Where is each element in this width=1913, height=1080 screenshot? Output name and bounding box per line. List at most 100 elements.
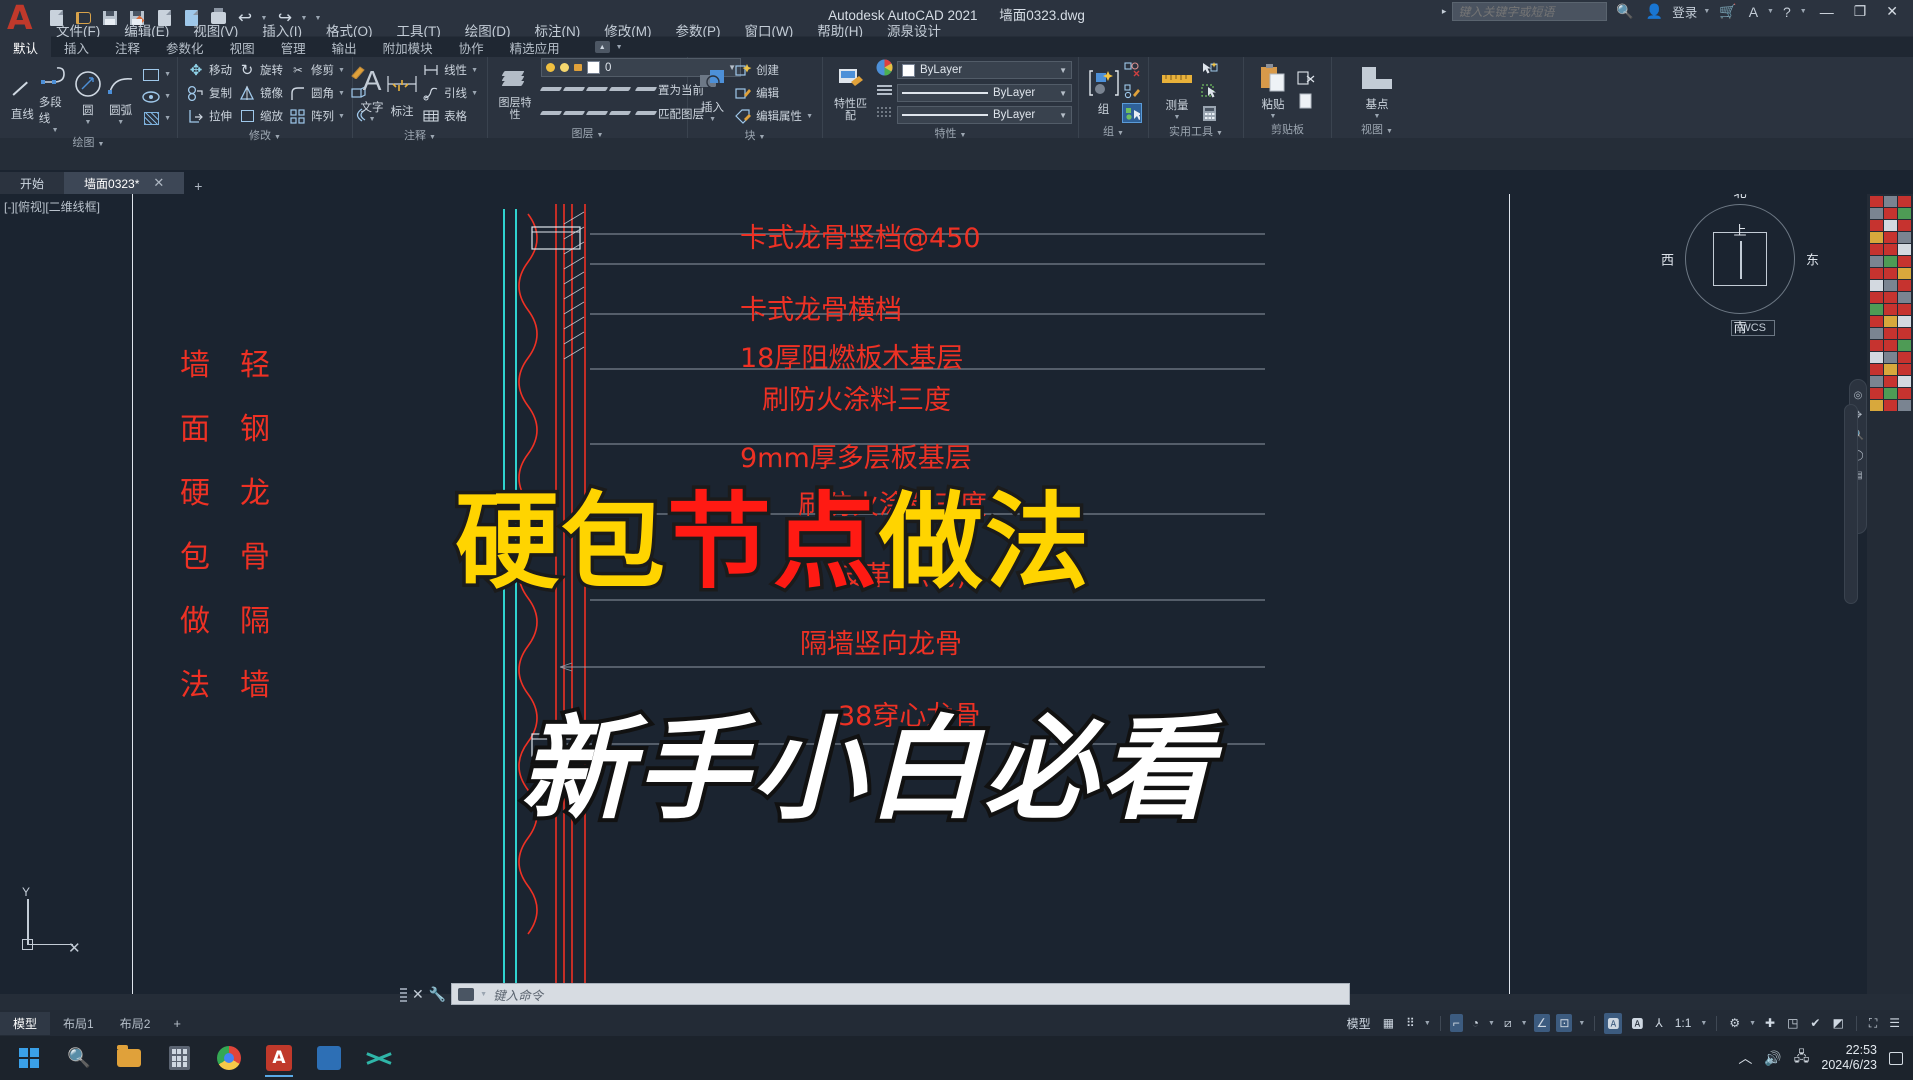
teal-app-icon[interactable]	[356, 1037, 402, 1079]
osnap-dropdown-icon[interactable]: ▼	[1578, 1020, 1585, 1027]
tab-addins[interactable]: 附加模块	[370, 36, 446, 59]
cart-icon[interactable]: 🛒	[1716, 3, 1739, 20]
sign-in-dropdown-icon[interactable]: ▼	[1703, 8, 1710, 15]
polar-dropdown-icon[interactable]: ▼	[1488, 1020, 1495, 1027]
tab-parametric[interactable]: 参数化	[153, 36, 217, 59]
isometric-dropdown-icon[interactable]: ▼	[1521, 1020, 1528, 1027]
layout-tab-layout2[interactable]: 布局2	[107, 1012, 164, 1035]
file-tab-drawing[interactable]: 墙面0323* ✕	[64, 172, 185, 194]
annotation-dimension-button[interactable]: 标注	[385, 68, 419, 119]
annotation-leader-button[interactable]: 引线 ▼	[419, 82, 481, 104]
command-prompt-icon[interactable]	[458, 987, 475, 1001]
workspace-switching-icon[interactable]: ⚙	[1726, 1014, 1743, 1032]
measure-dropdown-icon[interactable]: ▼	[1174, 114, 1181, 121]
layer-thaw-icon[interactable]	[585, 104, 609, 124]
new-tab-button[interactable]: +	[184, 178, 212, 194]
insert-block-dropdown-icon[interactable]: ▼	[709, 116, 716, 123]
polar-tracking-icon[interactable]: ◔	[1469, 1014, 1482, 1032]
array-dropdown-icon[interactable]: ▼	[338, 113, 345, 120]
tab-manage[interactable]: 管理	[268, 36, 319, 59]
volume-icon[interactable]: 🔊	[1764, 1050, 1781, 1067]
network-icon[interactable]: 🖧	[1794, 1046, 1810, 1070]
close-icon[interactable]: ✕	[153, 175, 164, 191]
object-color-dropdown-icon[interactable]: ▼	[1059, 66, 1067, 75]
edit-attribute-button[interactable]: 编辑属性 ▼	[731, 105, 816, 127]
autodesk-app-icon[interactable]: A	[1746, 4, 1761, 20]
file-tab-start[interactable]: 开始	[0, 172, 65, 194]
modify-scale-button[interactable]: 缩放	[235, 105, 286, 127]
insert-block-button[interactable]: 插入 ▼	[694, 64, 731, 123]
create-block-button[interactable]: 创建	[731, 59, 816, 81]
annotation-linear-button[interactable]: 线性 ▼	[419, 59, 481, 81]
snap-dropdown-icon[interactable]: ▼	[1424, 1020, 1431, 1027]
annotation-visibility-icon[interactable]: 🅰	[1604, 1012, 1623, 1034]
calculator-icon[interactable]	[156, 1037, 202, 1079]
layer-unisolate-icon[interactable]	[562, 80, 586, 100]
drawing-canvas[interactable]: [-][俯视][二维线框] 墙 面 硬 包 做 法 轻 钢 龙 骨 隔 墙 卡式…	[0, 194, 1913, 994]
hatch-dropdown-icon[interactable]: ▼	[164, 115, 171, 122]
view-cube-west-label[interactable]: 西	[1661, 250, 1674, 269]
layout-tab-layout1[interactable]: 布局1	[50, 1012, 107, 1035]
ortho-mode-icon[interactable]: ⌐	[1449, 1014, 1463, 1032]
command-line[interactable]: ✕ 🔧 ▼ 键入命令	[400, 982, 1350, 1006]
draw-line-button[interactable]: 直线	[6, 71, 39, 122]
group-edit-icon[interactable]	[1122, 81, 1142, 101]
annotation-scale-person-icon[interactable]: ⅄	[1652, 1014, 1665, 1032]
new-layout-button[interactable]: +	[163, 1016, 191, 1031]
view-cube[interactable]: 上 北 南 东 西	[1661, 194, 1819, 335]
tab-featured-apps[interactable]: 精选应用	[497, 36, 573, 59]
restore-button[interactable]: ❐	[1847, 3, 1874, 20]
paste-dropdown-icon[interactable]: ▼	[1270, 113, 1277, 120]
rectangle-icon[interactable]	[141, 65, 161, 85]
vertical-scrollbar[interactable]	[1844, 404, 1858, 604]
modify-array-button[interactable]: 阵列 ▼	[286, 105, 348, 127]
layer-on-icon[interactable]	[546, 63, 555, 72]
layer-freeze-icon[interactable]	[560, 63, 569, 72]
trim-dropdown-icon[interactable]: ▼	[338, 67, 345, 74]
chrome-icon[interactable]	[206, 1037, 252, 1079]
linetype-selector[interactable]: ByLayer ▼	[897, 84, 1072, 102]
lineweight-selector[interactable]: ByLayer ▼	[897, 106, 1072, 124]
isolate-objects-icon[interactable]: ◳	[1784, 1014, 1801, 1032]
command-history-icon[interactable]: ▼	[480, 991, 487, 998]
draw-arc-button[interactable]: 圆弧 ▼	[104, 67, 137, 126]
linear-dim-dropdown-icon[interactable]: ▼	[471, 67, 478, 74]
sign-in-link[interactable]: 登录	[1672, 2, 1697, 21]
group-selection-icon[interactable]	[1122, 103, 1142, 123]
notification-icon[interactable]	[1889, 1051, 1903, 1065]
edit-block-button[interactable]: 编辑	[731, 82, 816, 104]
view-cube-face[interactable]	[1713, 232, 1767, 286]
clock[interactable]: 22:53 2024/6/23	[1821, 1043, 1877, 1073]
steering-wheel-icon[interactable]: ◎	[1854, 390, 1863, 401]
quick-select-icon[interactable]	[1199, 59, 1219, 79]
graphics-performance-icon[interactable]: ✔	[1807, 1014, 1823, 1032]
fillet-dropdown-icon[interactable]: ▼	[338, 90, 345, 97]
calculator-icon[interactable]	[1199, 103, 1219, 123]
measure-button[interactable]: 测量 ▼	[1155, 62, 1199, 121]
annotation-table-button[interactable]: 表格	[419, 105, 481, 127]
annotation-text-button[interactable]: A 文字 ▼	[359, 64, 385, 123]
copy-clip-icon[interactable]	[1296, 91, 1316, 111]
tab-view[interactable]: 视图	[217, 36, 268, 59]
rectangle-dropdown-icon[interactable]: ▼	[164, 71, 171, 78]
close-icon[interactable]: ✕	[412, 986, 424, 1003]
grid-display-icon[interactable]: ▦	[1380, 1014, 1397, 1032]
wcs-indicator[interactable]: WCS	[1731, 320, 1775, 336]
match-properties-button[interactable]: 特性匹配	[829, 63, 872, 122]
ribbon-options-icon[interactable]: ▼	[616, 44, 623, 51]
modify-fillet-button[interactable]: 圆角 ▼	[286, 82, 348, 104]
start-button[interactable]	[6, 1037, 52, 1079]
layer-isolate-icon[interactable]	[539, 80, 563, 100]
object-snap-tracking-icon[interactable]: ⊡	[1556, 1014, 1573, 1032]
help-dropdown-icon[interactable]: ▼	[1800, 8, 1807, 15]
ellipse-dropdown-icon[interactable]: ▼	[164, 93, 171, 100]
layer-lock-icon[interactable]	[574, 64, 582, 71]
blue-app-icon[interactable]	[306, 1037, 352, 1079]
modify-stretch-button[interactable]: 拉伸	[184, 105, 235, 127]
lineweight-dropdown-icon[interactable]: ▼	[1059, 111, 1067, 120]
annotation-scale-dropdown-icon[interactable]: ▼	[1700, 1020, 1707, 1027]
tab-insert[interactable]: 插入	[51, 36, 102, 59]
layer-freeze-all-icon[interactable]	[585, 80, 609, 100]
model-space-indicator[interactable]: 模型	[1344, 1013, 1374, 1034]
color-wheel-icon[interactable]	[876, 59, 893, 81]
